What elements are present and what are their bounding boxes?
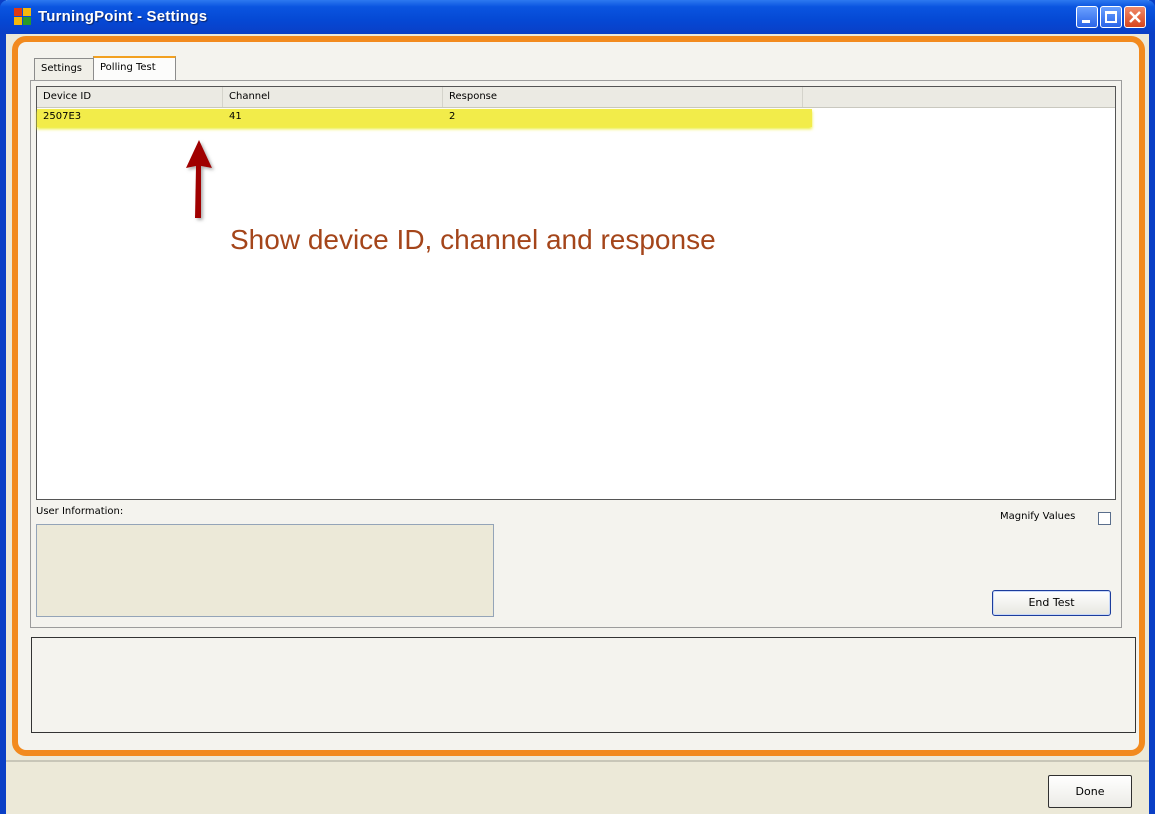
turningpoint-app-icon <box>14 8 32 26</box>
bottom-bar <box>6 760 1149 814</box>
magnify-values-label: Magnify Values <box>1000 511 1076 522</box>
close-button[interactable] <box>1124 6 1146 28</box>
column-header-response[interactable]: Response <box>443 87 803 107</box>
minimize-icon <box>1082 20 1090 23</box>
maximize-button[interactable] <box>1100 6 1122 28</box>
list-header: Device ID Channel Response <box>37 87 1115 108</box>
user-info-label: User Information: <box>36 506 124 517</box>
column-header-channel[interactable]: Channel <box>223 87 443 107</box>
end-test-button[interactable]: End Test <box>992 590 1111 616</box>
window-title: TurningPoint - Settings <box>38 8 208 25</box>
user-info-box <box>36 524 494 617</box>
annotation-arrow-icon <box>186 140 212 218</box>
close-icon <box>1129 11 1141 23</box>
tab-polling-test[interactable]: Polling Test <box>93 56 176 80</box>
maximize-icon <box>1105 11 1117 23</box>
cell-channel: 41 <box>229 111 242 122</box>
annotation-text: Show device ID, channel and response <box>230 224 716 255</box>
table-row[interactable]: 2507E3 41 2 <box>37 109 812 127</box>
cell-response: 2 <box>449 111 456 122</box>
minimize-button[interactable] <box>1076 6 1098 28</box>
tab-settings[interactable]: Settings <box>34 58 94 80</box>
column-header-device-id[interactable]: Device ID <box>37 87 223 107</box>
title-bar[interactable]: TurningPoint - Settings <box>0 0 1155 34</box>
status-box <box>31 637 1136 733</box>
magnify-values-checkbox[interactable] <box>1098 512 1111 525</box>
cell-device-id: 2507E3 <box>43 111 82 122</box>
done-button[interactable]: Done <box>1048 775 1132 808</box>
